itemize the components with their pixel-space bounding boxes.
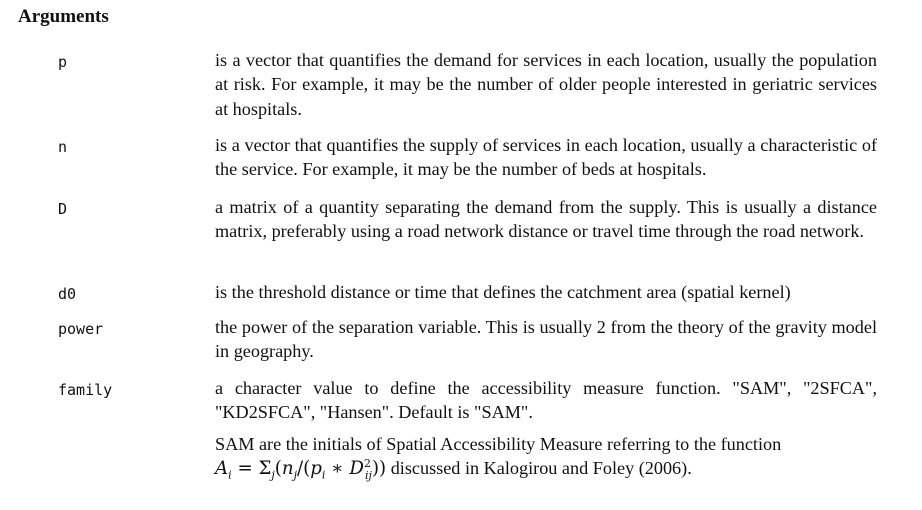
arg-desc-d: a matrix of a quantity separating the de… — [215, 197, 877, 242]
arg-desc-n: is a vector that quantifies the supply o… — [215, 135, 877, 180]
sam-formula: Ai = Σj(nj/(pi ∗ D2ij)) — [215, 457, 387, 483]
arg-name-p: p — [58, 53, 68, 71]
arg-desc-p: is a vector that quantifies the demand f… — [215, 50, 877, 119]
arg-name-d: D — [58, 200, 68, 218]
arg-name-d0: d0 — [58, 285, 77, 303]
arg-desc-d0: is the threshold distance or time that d… — [215, 282, 791, 302]
family-note-citation: discussed in Kalogirou and Foley (2006). — [390, 458, 692, 479]
arg-name-family: family — [58, 381, 113, 399]
arg-name-n: n — [58, 138, 68, 156]
arg-name-power: power — [58, 320, 104, 338]
arg-desc-family: a character value to define the accessib… — [215, 378, 877, 423]
family-note-text: SAM are the initials of Spatial Accessib… — [215, 434, 782, 454]
arg-desc-power: the power of the separation variable. Th… — [215, 317, 877, 362]
family-note: SAM are the initials of Spatial Accessib… — [215, 432, 877, 482]
section-heading: Arguments — [18, 6, 109, 27]
